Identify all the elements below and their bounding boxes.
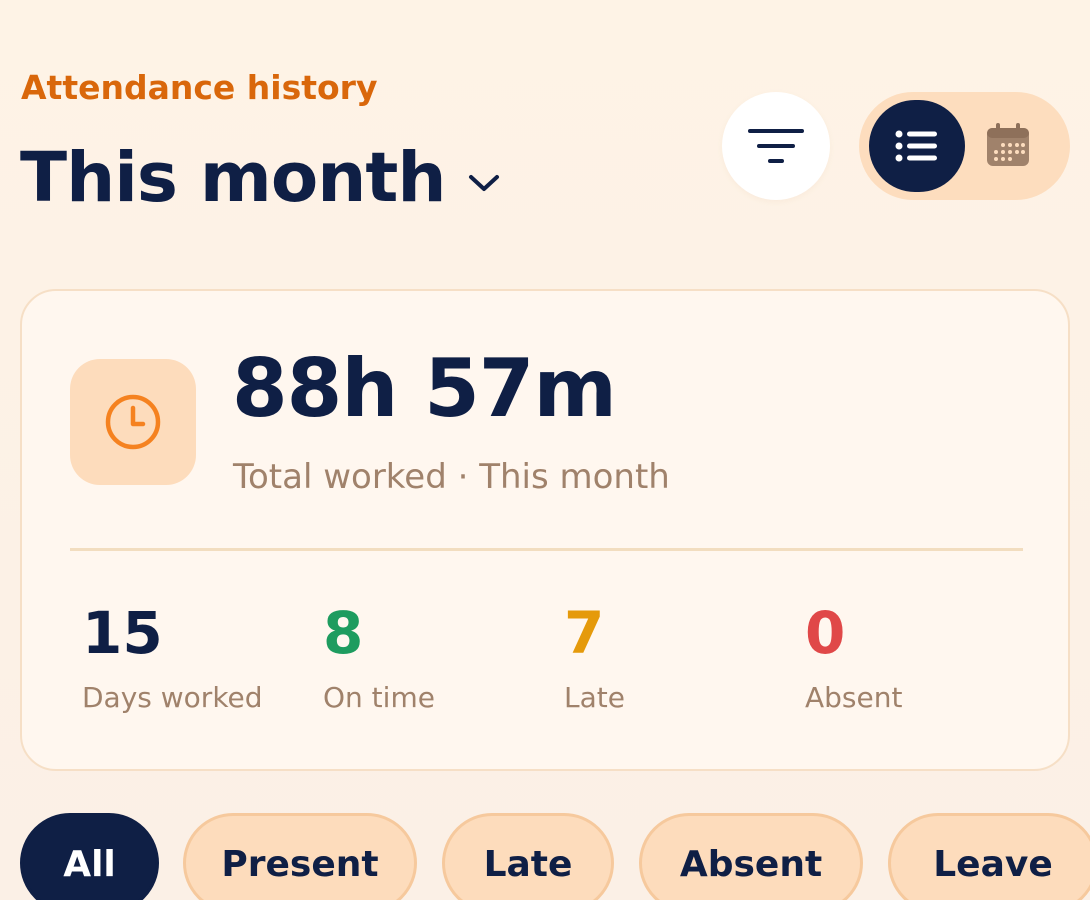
filter-button[interactable] [722, 92, 830, 200]
chip-absent[interactable]: Absent [639, 813, 863, 900]
chip-late[interactable]: Late [442, 813, 614, 900]
list-icon [895, 130, 937, 162]
calendar-view-button[interactable] [983, 120, 1033, 170]
stat-on-time: 8 On time [323, 599, 435, 715]
chip-all[interactable]: All [20, 813, 159, 900]
divider [70, 548, 1023, 551]
chip-present[interactable]: Present [183, 813, 417, 900]
stat-value: 0 [805, 599, 846, 667]
chevron-down-icon[interactable] [465, 164, 503, 202]
stat-label: Absent [805, 681, 903, 714]
stat-value: 7 [564, 599, 605, 667]
stat-value: 15 [82, 599, 163, 667]
stat-days-worked: 15 Days worked [82, 599, 263, 715]
stat-absent: 0 Absent [805, 599, 902, 715]
stat-label: On time [323, 681, 435, 714]
summary-card: 88h 57m Total worked · This month 15 Day… [20, 289, 1070, 771]
period-selector[interactable]: This month [20, 136, 503, 220]
total-worked-value: 88h 57m [232, 342, 617, 435]
total-worked-caption: Total worked · This month [233, 457, 670, 497]
stat-late: 7 Late [564, 599, 625, 715]
stat-label: Late [564, 681, 625, 714]
view-toggle [859, 92, 1070, 200]
page-title[interactable]: This month [20, 136, 446, 220]
calendar-icon [987, 123, 1029, 166]
attendance-history-screen: Attendance history This month 88h 57m To… [0, 0, 1090, 900]
list-view-button[interactable] [869, 100, 965, 192]
chip-leave[interactable]: Leave [888, 813, 1090, 900]
clock-tile [70, 359, 196, 485]
page-subtitle: Attendance history [21, 68, 378, 107]
clock-icon [105, 394, 161, 450]
stat-label: Days worked [82, 681, 263, 714]
stat-value: 8 [323, 599, 364, 667]
filter-icon [748, 129, 804, 163]
